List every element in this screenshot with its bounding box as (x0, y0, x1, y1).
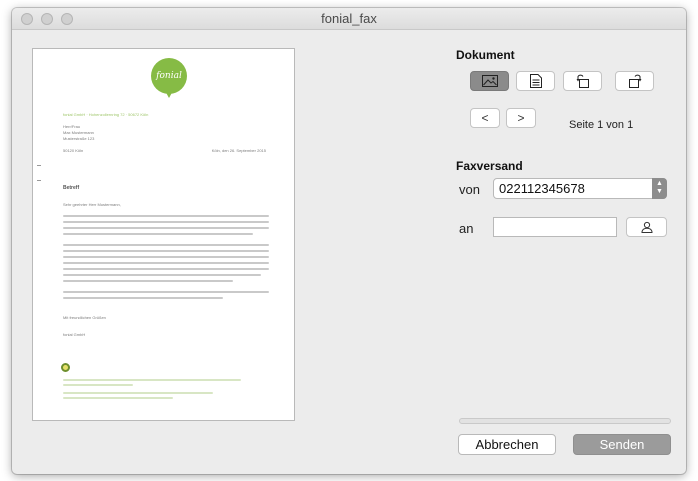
body-line (63, 233, 253, 235)
document-icon (529, 74, 542, 88)
body-line (63, 268, 269, 270)
body-line (63, 256, 269, 258)
title-bar: fonial_fax (12, 8, 686, 30)
recipient-line-2: Max Mustermann (63, 130, 94, 135)
punch-mark (37, 180, 41, 181)
contacts-button[interactable] (626, 217, 667, 237)
document-preview: fonial fonial GmbH · Hohenzollernring 72… (32, 48, 295, 421)
body-line (63, 291, 269, 293)
footer-line (63, 384, 133, 386)
from-number-value: 022112345678 (499, 181, 585, 196)
letter-signature: fonial GmbH (63, 332, 86, 337)
footer-line (63, 379, 241, 381)
footer-line (63, 397, 173, 399)
cancel-button[interactable]: Abbrechen (458, 434, 556, 455)
previous-page-button[interactable]: < (470, 108, 500, 128)
to-label: an (459, 221, 474, 236)
footer-logo-icon (61, 363, 70, 372)
body-line (63, 262, 269, 264)
body-line (63, 280, 233, 282)
body-line (63, 244, 269, 246)
image-view-button[interactable] (470, 71, 509, 91)
rotate-right-button[interactable] (615, 71, 654, 91)
select-arrows-icon: ▲ ▼ (652, 178, 667, 199)
document-heading: Dokument (456, 48, 515, 62)
rotate-right-icon (628, 74, 641, 88)
page-indicator: Seite 1 von 1 (569, 119, 634, 131)
body-line (63, 297, 223, 299)
sender-line: fonial GmbH · Hohenzollernring 72 · 5067… (63, 112, 149, 117)
letter-closing: Mit freundlichen Grüßen (63, 315, 106, 320)
body-line (63, 274, 261, 276)
body-line (63, 250, 269, 252)
from-number-select[interactable]: 022112345678 ▲ ▼ (493, 178, 667, 199)
rotate-left-icon (576, 74, 589, 88)
rotate-left-button[interactable] (563, 71, 602, 91)
recipient-number-input[interactable] (493, 217, 617, 237)
send-button[interactable]: Senden (573, 434, 671, 455)
from-label: von (459, 182, 480, 197)
fold-mark (37, 165, 41, 166)
body-line (63, 215, 269, 217)
window-title: fonial_fax (321, 11, 377, 26)
recipient-line-3: Musterstraße 123 (63, 136, 95, 141)
text-view-button[interactable] (516, 71, 555, 91)
image-icon (481, 75, 498, 87)
letter-date: Köln, den 26. September 2015 (211, 148, 266, 153)
fax-window: fonial_fax fonial fonial GmbH · Hohenzol… (12, 8, 686, 474)
send-progress-bar (459, 418, 671, 424)
next-page-button[interactable]: > (506, 108, 536, 128)
logo-tail (164, 89, 174, 98)
footer-line (63, 392, 213, 394)
person-icon (640, 221, 653, 233)
recipient-line-1: Herr/Frau (63, 124, 81, 129)
body-line (63, 227, 269, 229)
city-zip: 50120 Köln (63, 148, 84, 153)
fax-heading: Faxversand (456, 159, 523, 173)
letter-salutation: Sehr geehrter Herr Mustermann, (63, 202, 121, 207)
letter-subject: Betreff (63, 185, 80, 191)
body-line (63, 221, 269, 223)
